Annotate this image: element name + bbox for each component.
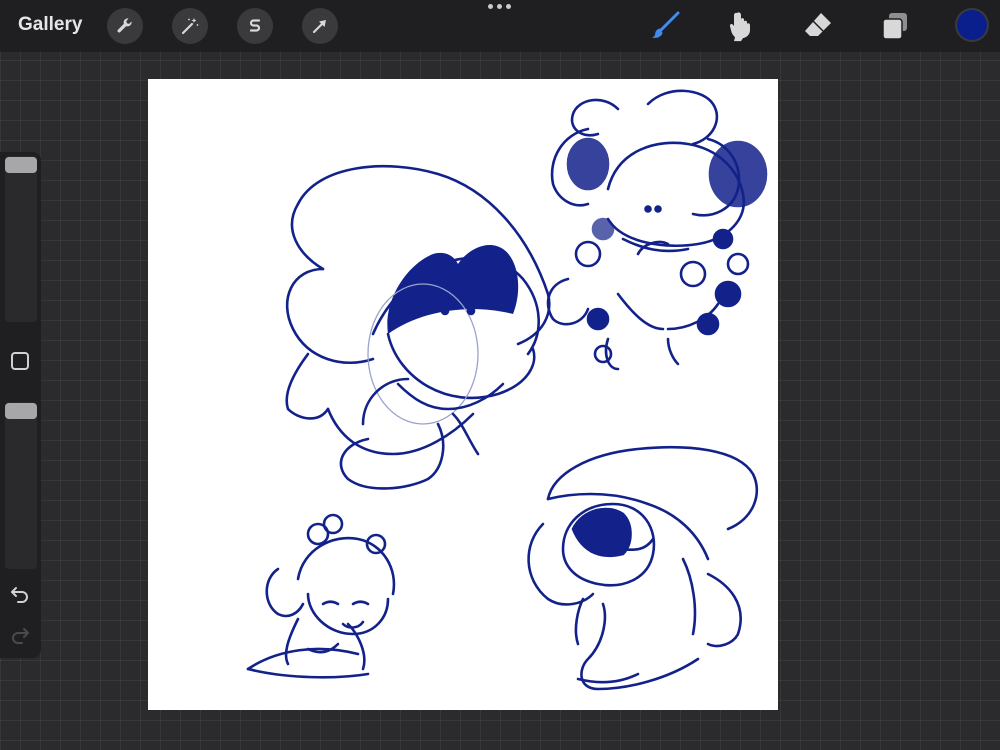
sketch-character-3 bbox=[246, 513, 396, 679]
sketch-character-1 bbox=[285, 164, 551, 490]
selection-s-icon bbox=[249, 19, 261, 32]
layers-icon bbox=[882, 13, 907, 40]
sketch-character-2 bbox=[546, 89, 768, 371]
selection-button[interactable] bbox=[237, 8, 273, 44]
opacity-handle[interactable] bbox=[5, 403, 37, 419]
eraser-icon bbox=[805, 13, 831, 36]
opacity-slider[interactable] bbox=[5, 402, 37, 569]
smudge-tool[interactable] bbox=[722, 8, 758, 44]
color-picker-swatch[interactable] bbox=[955, 8, 989, 42]
sketch-character-4 bbox=[527, 445, 759, 691]
left-sidebar bbox=[0, 152, 41, 658]
brush-icon bbox=[652, 11, 680, 38]
transform-button[interactable] bbox=[302, 8, 338, 44]
brush-size-slider[interactable] bbox=[5, 156, 37, 322]
redo-icon[interactable] bbox=[9, 624, 31, 646]
wrench-icon bbox=[117, 18, 132, 33]
brush-size-handle[interactable] bbox=[5, 157, 37, 173]
gallery-button[interactable]: Gallery bbox=[18, 14, 82, 36]
magic-wand-icon bbox=[181, 18, 199, 35]
transform-arrow-icon bbox=[312, 20, 326, 34]
undo-icon[interactable] bbox=[9, 583, 31, 605]
layers-tool[interactable] bbox=[877, 8, 913, 44]
top-toolbar: Gallery bbox=[0, 0, 1000, 52]
brush-tool[interactable] bbox=[647, 8, 683, 44]
eraser-tool[interactable] bbox=[800, 8, 836, 44]
adjustments-button[interactable] bbox=[172, 8, 208, 44]
actions-button[interactable] bbox=[107, 8, 143, 44]
drawing-canvas[interactable] bbox=[148, 79, 778, 710]
smudge-icon bbox=[729, 12, 750, 42]
modify-button[interactable] bbox=[11, 352, 29, 370]
more-options-icon[interactable] bbox=[488, 4, 511, 9]
sketch-artwork bbox=[246, 89, 768, 691]
